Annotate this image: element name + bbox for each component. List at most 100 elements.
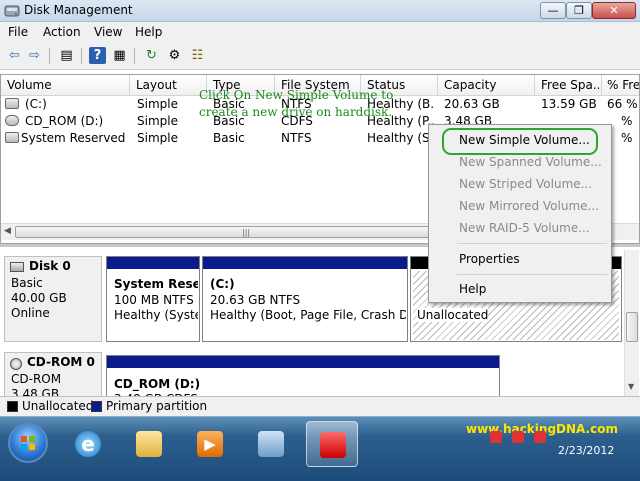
drive-icon <box>5 98 19 109</box>
control-panel-icon <box>258 431 284 457</box>
volume-name: (C:) <box>25 97 47 111</box>
help-icon[interactable]: ? <box>89 47 106 64</box>
menu-new-striped-volume[interactable]: New Striped Volume... <box>459 177 592 191</box>
volume-file-system: NTFS <box>281 131 312 145</box>
partition-c-drive[interactable]: (C:) 20.63 GB NTFS Healthy (Boot, Page F… <box>202 256 408 342</box>
toolbox-icon <box>320 432 346 458</box>
disk-state: Online <box>11 306 50 320</box>
taskbar-internet-explorer[interactable]: e <box>62 421 114 467</box>
menu-view[interactable]: View <box>94 25 122 39</box>
volume-icon[interactable] <box>534 431 546 443</box>
forward-icon[interactable]: ⇨ <box>26 47 43 64</box>
volume-name: CD_ROM (D:) <box>25 114 104 128</box>
vertical-scrollbar[interactable]: ▼ <box>624 250 639 396</box>
legend-swatch-primary <box>91 401 102 412</box>
menu-bar: File Action View Help <box>0 22 640 42</box>
volume-type: Basic <box>213 131 245 145</box>
disk-name: CD-ROM 0 <box>27 355 95 369</box>
close-button[interactable]: ✕ <box>592 2 636 19</box>
settings-icon[interactable]: ☷ <box>189 47 206 64</box>
maximize-button[interactable]: ❐ <box>566 2 592 19</box>
title-bar[interactable]: Disk Management — ❐ ✕ <box>0 0 640 22</box>
column-layout[interactable]: Layout <box>136 78 204 92</box>
partition-header-bar <box>107 356 499 368</box>
column-capacity[interactable]: Capacity <box>444 78 532 92</box>
menu-help-item[interactable]: Help <box>459 282 486 296</box>
window-title: Disk Management <box>24 3 133 17</box>
volume-percent-free: % <box>621 114 633 128</box>
refresh-icon[interactable]: ↻ <box>143 47 160 64</box>
volume-percent-free: % <box>621 131 633 145</box>
partition-name: (C:) <box>210 277 235 291</box>
column-divider[interactable] <box>129 75 130 96</box>
taskbar-media-player[interactable]: ▶ <box>184 421 236 467</box>
partition-system-reserved[interactable]: System Reserv 100 MB NTFS Healthy (Syste… <box>106 256 200 342</box>
partition-cd-rom[interactable]: CD_ROM (D:) 3.48 GB CDFS <box>106 355 500 406</box>
menu-action[interactable]: Action <box>43 25 81 39</box>
column-divider[interactable] <box>601 75 602 96</box>
menu-help[interactable]: Help <box>135 25 162 39</box>
legend-label: Primary partition <box>106 399 208 413</box>
column-divider[interactable] <box>534 75 535 96</box>
volume-layout: Simple <box>137 114 178 128</box>
partition-status: Healthy (Syster <box>114 308 198 322</box>
menu-file[interactable]: File <box>8 25 28 39</box>
context-menu: New Simple Volume... New Spanned Volume.… <box>428 124 612 303</box>
scroll-left-icon[interactable]: ◀ <box>4 226 11 236</box>
scrollbar-thumb[interactable]: ||| <box>15 226 455 238</box>
disk-kind: CD-ROM <box>11 372 62 386</box>
partition-header-bar <box>203 257 407 269</box>
volume-layout: Simple <box>137 97 178 111</box>
properties-icon[interactable]: ▦ <box>111 47 128 64</box>
cd-drive-icon <box>10 358 22 370</box>
disk-kind: Basic <box>11 276 43 290</box>
start-button[interactable] <box>8 423 48 463</box>
rescan-disks-icon[interactable]: ⚙ <box>166 47 183 64</box>
legend-swatch-unallocated <box>7 401 18 412</box>
show-hide-console-icon[interactable]: ▤ <box>58 47 75 64</box>
partition-header-bar <box>107 257 199 269</box>
network-warning-icon[interactable] <box>490 431 502 443</box>
cdrom-0-label[interactable]: CD-ROM 0 CD-ROM 3.48 GB <box>4 352 102 401</box>
partition-size: 100 MB NTFS <box>114 293 194 307</box>
volume-status: Healthy (S... <box>367 131 429 145</box>
column-divider[interactable] <box>437 75 438 96</box>
internet-explorer-icon: e <box>75 431 101 457</box>
file-explorer-icon <box>136 431 162 457</box>
highlight-annotation <box>442 128 598 155</box>
partition-size: 20.63 GB NTFS <box>210 293 301 307</box>
disk-name: Disk 0 <box>29 259 71 273</box>
disk-size: 40.00 GB <box>11 291 67 305</box>
action-center-icon[interactable] <box>512 431 524 443</box>
toolbar-separator <box>81 48 82 64</box>
back-icon[interactable]: ⇦ <box>6 47 23 64</box>
clock-date[interactable]: 2/23/2012 <box>558 444 614 457</box>
column-volume[interactable]: Volume <box>7 78 127 92</box>
volume-percent-free: 66 % <box>607 97 638 111</box>
menu-new-mirrored-volume[interactable]: New Mirrored Volume... <box>459 199 599 213</box>
scroll-down-icon[interactable]: ▼ <box>628 382 634 391</box>
menu-new-raid5-volume[interactable]: New RAID-5 Volume... <box>459 221 590 235</box>
menu-separator <box>457 243 607 244</box>
partition-status: Healthy (Boot, Page File, Crash Dum <box>210 308 406 322</box>
taskbar-file-explorer[interactable] <box>123 421 175 467</box>
column-percent-free[interactable]: % Free <box>607 78 639 92</box>
disk-0-label[interactable]: Disk 0 Basic 40.00 GB Online <box>4 256 102 342</box>
media-player-icon: ▶ <box>197 431 223 457</box>
toolbar-separator <box>49 48 50 64</box>
scrollbar-thumb[interactable] <box>626 312 638 342</box>
column-free-space[interactable]: Free Spa... <box>541 78 599 92</box>
volume-capacity: 20.63 GB <box>444 97 500 111</box>
drive-icon <box>5 132 19 143</box>
partition-name: System Reserv <box>114 277 198 291</box>
disk-management-icon <box>4 5 20 17</box>
minimize-button[interactable]: — <box>540 2 566 19</box>
instruction-annotation: Click On New Simple Volume to create a n… <box>199 88 394 119</box>
menu-new-spanned-volume[interactable]: New Spanned Volume... <box>459 155 602 169</box>
legend-label: Unallocated <box>22 399 94 413</box>
taskbar-computer-management[interactable] <box>306 421 358 467</box>
partition-name: CD_ROM (D:) <box>114 377 201 391</box>
menu-properties[interactable]: Properties <box>459 252 520 266</box>
partition-status: Unallocated <box>417 308 489 322</box>
taskbar-control-panel[interactable] <box>245 421 297 467</box>
